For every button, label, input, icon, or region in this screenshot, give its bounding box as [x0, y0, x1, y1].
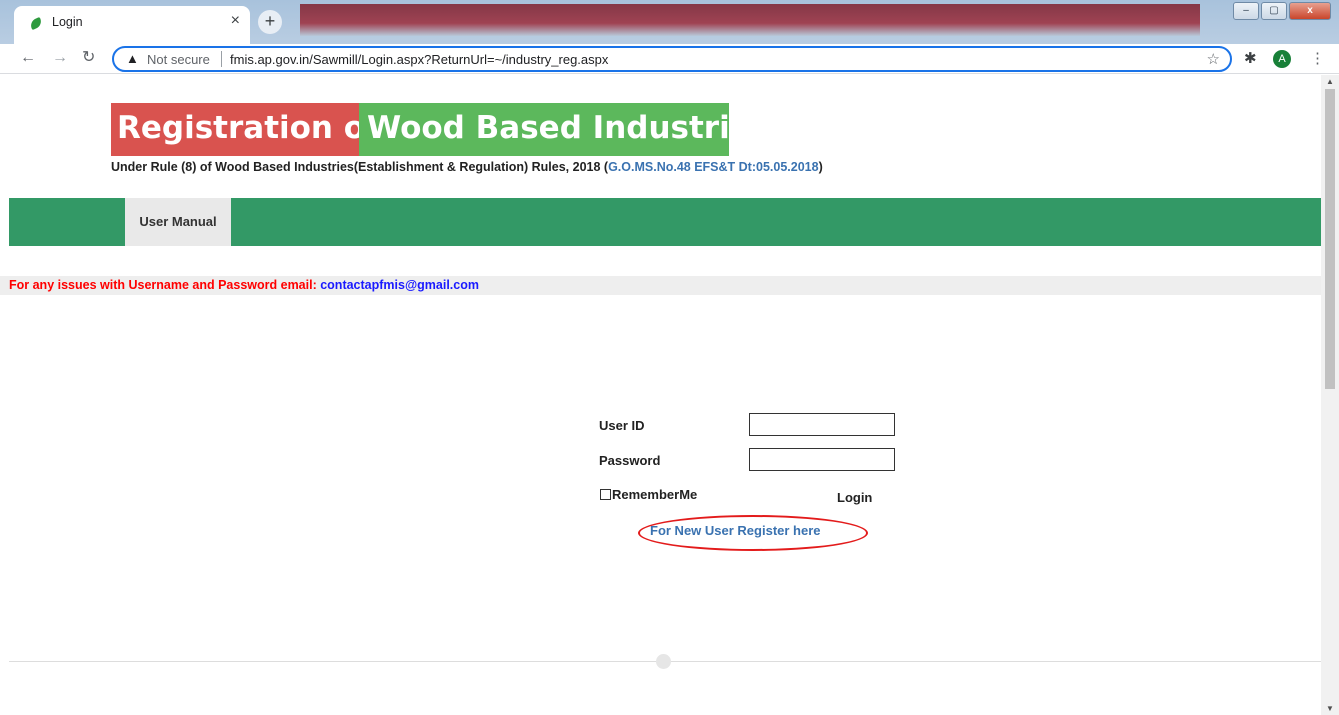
leaf-favicon-icon	[28, 16, 44, 31]
main-navbar: User Manual	[9, 198, 1321, 246]
forward-icon[interactable]: →	[52, 49, 68, 67]
puzzle-icon[interactable]: ✱	[1244, 49, 1257, 67]
scroll-up-arrow-icon[interactable]: ▲	[1326, 77, 1334, 86]
page-viewport: Registration of Wood Based Industries Un…	[0, 75, 1321, 715]
reload-icon[interactable]: ↻	[82, 49, 95, 67]
password-label: Password	[599, 453, 661, 468]
scroll-thumb[interactable]	[1325, 89, 1335, 389]
back-icon[interactable]: ←	[20, 49, 36, 67]
tab-close-icon[interactable]: ×	[231, 12, 240, 30]
remember-me-checkbox[interactable]	[600, 489, 611, 500]
address-bar[interactable]: ▲ Not secure fmis.ap.gov.in/Sawmill/Logi…	[112, 46, 1232, 72]
go-reference-link[interactable]: G.O.MS.No.48 EFS&T Dt:05.05.2018	[608, 160, 819, 174]
page-subtitle: Under Rule (8) of Wood Based Industries(…	[111, 160, 823, 174]
browser-tab-login[interactable]: Login ×	[14, 6, 250, 44]
omnibox-divider	[221, 51, 222, 67]
background-window-ghost	[300, 4, 1200, 36]
notice-text: For any issues with Username and Passwor…	[9, 278, 321, 292]
title-part-red: Registration of	[111, 103, 379, 156]
security-label[interactable]: Not secure	[147, 52, 210, 67]
warning-icon[interactable]: ▲	[126, 51, 139, 66]
page-scrollbar[interactable]: ▲ ▼	[1321, 75, 1339, 715]
browser-titlebar: Login × + – ▢ x	[0, 0, 1339, 44]
kebab-menu-icon[interactable]: ⋮	[1310, 49, 1325, 67]
title-part-green: Wood Based Industries	[359, 103, 769, 156]
subtitle-suffix: )	[818, 160, 823, 174]
minimize-button[interactable]: –	[1233, 2, 1259, 20]
register-link[interactable]: For New User Register here	[650, 523, 821, 538]
browser-toolbar: ← → ↻ ▲ Not secure fmis.ap.gov.in/Sawmil…	[0, 44, 1339, 74]
user-id-label: User ID	[599, 418, 645, 433]
url-text[interactable]: fmis.ap.gov.in/Sawmill/Login.aspx?Return…	[230, 52, 608, 67]
maximize-button[interactable]: ▢	[1261, 2, 1287, 20]
user-id-input[interactable]	[749, 413, 895, 436]
footer-divider-ornament	[656, 654, 671, 669]
close-window-button[interactable]: x	[1289, 2, 1331, 20]
support-email-link[interactable]: contactapfmis@gmail.com	[320, 278, 479, 292]
login-button[interactable]: Login	[837, 490, 872, 505]
new-tab-button[interactable]: +	[258, 10, 282, 34]
profile-avatar[interactable]: A	[1273, 50, 1291, 68]
password-input[interactable]	[749, 448, 895, 471]
window-controls: – ▢ x	[1233, 2, 1331, 20]
scroll-down-arrow-icon[interactable]: ▼	[1326, 704, 1334, 713]
subtitle-prefix: Under Rule (8) of Wood Based Industries(…	[111, 160, 609, 174]
tab-title: Login	[52, 15, 83, 29]
nav-item-user-manual[interactable]: User Manual	[125, 198, 231, 246]
remember-me-control[interactable]: RememberMe	[600, 487, 697, 502]
support-notice: For any issues with Username and Passwor…	[0, 276, 1321, 295]
star-icon[interactable]: ☆	[1207, 50, 1220, 68]
remember-me-label: RememberMe	[612, 487, 698, 502]
page-title: Registration of Wood Based Industries	[111, 103, 769, 156]
